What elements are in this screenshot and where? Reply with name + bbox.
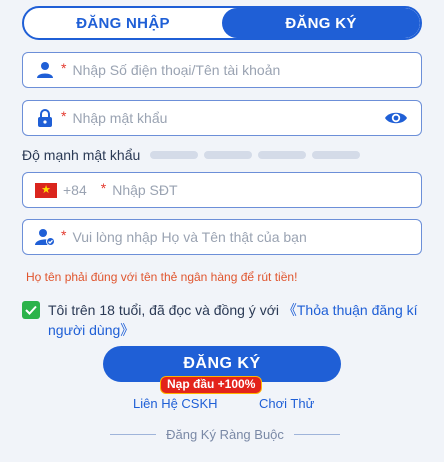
strength-bar (150, 151, 199, 159)
username-field[interactable]: * (22, 52, 422, 88)
agreement-text-main: Tôi trên 18 tuổi, đã đọc và đồng ý với (48, 302, 283, 318)
bind-register-section: Đăng Ký Ràng Buộc (110, 427, 341, 442)
divider (110, 434, 157, 435)
first-deposit-promo-badge: Nạp đầu +100% (160, 376, 263, 394)
divider (293, 434, 341, 435)
required-mark: * (61, 60, 67, 76)
password-strength-bars (150, 151, 361, 159)
eye-icon[interactable] (383, 108, 409, 128)
bank-name-warning: Họ tên phải đúng với tên thẻ ngân hàng đ… (26, 270, 298, 284)
agreement-checkbox[interactable] (22, 301, 40, 319)
check-icon (25, 305, 37, 315)
verified-user-icon (35, 227, 55, 247)
country-code[interactable]: +84 (63, 182, 87, 198)
tab-register[interactable]: ĐĂNG KÝ (222, 8, 420, 38)
required-mark: * (61, 108, 67, 124)
agreement-row: Tôi trên 18 tuổi, đã đọc và đồng ý với 《… (22, 300, 422, 340)
required-mark: * (100, 180, 107, 196)
user-icon (35, 60, 55, 80)
lock-icon (35, 108, 55, 128)
password-strength-label: Độ mạnh mật khẩu (22, 147, 141, 163)
password-field[interactable]: * (22, 100, 422, 136)
agreement-text: Tôi trên 18 tuổi, đã đọc và đồng ý với 《… (48, 300, 422, 340)
password-strength: Độ mạnh mật khẩu (22, 147, 361, 163)
password-input[interactable] (72, 110, 383, 126)
bind-register-link[interactable]: Đăng Ký Ràng Buộc (166, 427, 284, 442)
tab-login[interactable]: ĐĂNG NHẬP (24, 8, 222, 38)
fullname-input[interactable] (72, 229, 421, 245)
trial-link[interactable]: Chơi Thử (259, 396, 314, 411)
required-mark: * (61, 227, 67, 243)
support-link[interactable]: Liên Hệ CSKH (133, 396, 218, 411)
strength-bar (312, 151, 361, 159)
phone-field[interactable]: ★ +84 * (22, 172, 422, 208)
vietnam-flag-icon[interactable]: ★ (35, 182, 57, 198)
phone-input[interactable] (112, 182, 421, 198)
strength-bar (204, 151, 253, 159)
username-input[interactable] (72, 62, 421, 78)
auth-tabs: ĐĂNG NHẬP ĐĂNG KÝ (22, 6, 422, 40)
strength-bar (258, 151, 307, 159)
fullname-field[interactable]: * (22, 219, 422, 255)
